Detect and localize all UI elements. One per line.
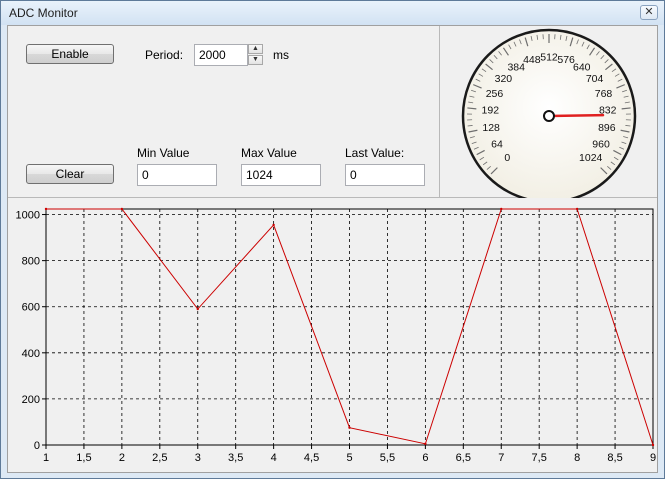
close-icon: ✕ <box>644 6 654 18</box>
chart-data-point <box>424 442 427 446</box>
chart-data-point <box>44 207 48 211</box>
gauge-tick-label: 448 <box>523 54 541 66</box>
chart-y-tick-label: 200 <box>22 394 40 406</box>
chart-data-point <box>120 207 124 211</box>
chart-x-tick-label: 7,5 <box>532 452 547 464</box>
controls-panel: Enable Period: 2000 ▲ ▼ ms Clear Min Val… <box>8 26 440 198</box>
chart-x-tick-label: 3 <box>195 452 201 464</box>
chart-data-point <box>272 223 275 227</box>
chart-x-tick-label: 2 <box>119 452 125 464</box>
chart-x-tick-label: 9 <box>650 452 656 464</box>
gauge-tick-label: 704 <box>586 73 604 85</box>
chart-x-tick-label: 1 <box>43 452 49 464</box>
chart-x-tick-label: 6 <box>422 452 428 464</box>
chart-y-tick-label: 1000 <box>16 210 40 222</box>
min-value-label: Min Value <box>137 146 190 160</box>
chart-x-tick-label: 8 <box>574 452 580 464</box>
gauge-panel: 0 64 128 192 256 320 384 448 512 576 640 704 768 832 8… <box>440 26 657 204</box>
gauge-tick-label: 64 <box>491 138 503 150</box>
gauge-needle <box>547 113 605 118</box>
chart-x-tick-label: 6,5 <box>456 452 471 464</box>
chart-y-tick-label: 600 <box>22 302 40 314</box>
gauge-tick-label: 512 <box>540 52 558 64</box>
chart-data-point <box>196 307 199 311</box>
chart-x-tick-label: 3,5 <box>228 452 243 464</box>
arrow-down-icon: ▼ <box>252 56 259 63</box>
chart-x-tick-label: 1,5 <box>76 452 91 464</box>
chart-x-tick-label: 4,5 <box>304 452 319 464</box>
max-value-label: Max Value <box>241 146 297 160</box>
title-bar[interactable]: ADC Monitor ✕ <box>1 1 664 25</box>
chart-data-point <box>500 207 503 211</box>
adc-gauge: 064128192256320384448 512 5766407047688328… <box>461 28 637 204</box>
last-value-label: Last Value: <box>345 146 405 160</box>
period-input[interactable]: 2000 <box>194 44 248 66</box>
spin-up-button[interactable]: ▲ <box>248 44 263 54</box>
window-title: ADC Monitor <box>9 6 78 20</box>
chart-y-tick-label: 800 <box>22 256 40 268</box>
gauge-tick-label: 896 <box>598 122 616 134</box>
close-button[interactable]: ✕ <box>640 5 658 20</box>
arrow-up-icon: ▲ <box>252 45 259 52</box>
gauge-tick-label: 768 <box>595 88 613 100</box>
chart-y-tick-label: 0 <box>34 440 40 452</box>
min-value-field[interactable]: 0 <box>137 164 217 186</box>
chart-data-point <box>651 443 655 447</box>
chart-x-tick-label: 5,5 <box>380 452 395 464</box>
gauge-tick-label: 320 <box>495 73 513 85</box>
gauge-tick-label: 1024 <box>579 152 603 164</box>
clear-button[interactable]: Clear <box>26 164 114 184</box>
max-value-field[interactable]: 1024 <box>241 164 321 186</box>
chart-x-tick-label: 5 <box>346 452 352 464</box>
chart-panel: 1 1,5 2 2,5 3 3,5 4 4,5 5 5,5 6 6,5 7 7,5 8 8,5 9 0 200 400… <box>8 198 657 472</box>
gauge-needle-hub <box>543 110 555 122</box>
chart-x-tick-label: 4 <box>271 452 277 464</box>
chart-x-tick-label: 8,5 <box>607 452 622 464</box>
period-spinner[interactable]: ▲ ▼ <box>248 44 265 66</box>
spin-down-button[interactable]: ▼ <box>248 55 263 65</box>
last-value-field[interactable]: 0 <box>345 164 425 186</box>
client-area: Enable Period: 2000 ▲ ▼ ms Clear Min Val… <box>7 25 658 473</box>
period-unit-label: ms <box>273 48 289 62</box>
gauge-tick-label: 256 <box>486 88 504 100</box>
adc-line-chart: 1 1,5 2 2,5 3 3,5 4 4,5 5 5,5 6 6,5 7 7,5 8 8,5 9 0 200 400… <box>16 207 656 464</box>
period-label: Period: <box>145 48 184 62</box>
gauge-tick-label: 192 <box>482 105 500 117</box>
gauge-tick-label: 128 <box>482 122 500 134</box>
chart-data-point <box>575 207 579 211</box>
adc-monitor-window: ADC Monitor ✕ Enable Period: 2000 ▲ ▼ ms… <box>0 0 665 479</box>
gauge-tick-label: 0 <box>504 152 510 164</box>
chart-y-tick-label: 400 <box>22 348 40 360</box>
chart-x-tick-label: 2,5 <box>152 452 167 464</box>
chart-x-tick-label: 7 <box>498 452 504 464</box>
gauge-tick-label: 640 <box>573 61 591 73</box>
gauge-tick-label: 960 <box>592 138 610 150</box>
enable-button[interactable]: Enable <box>26 44 114 64</box>
chart-data-point <box>348 426 351 429</box>
